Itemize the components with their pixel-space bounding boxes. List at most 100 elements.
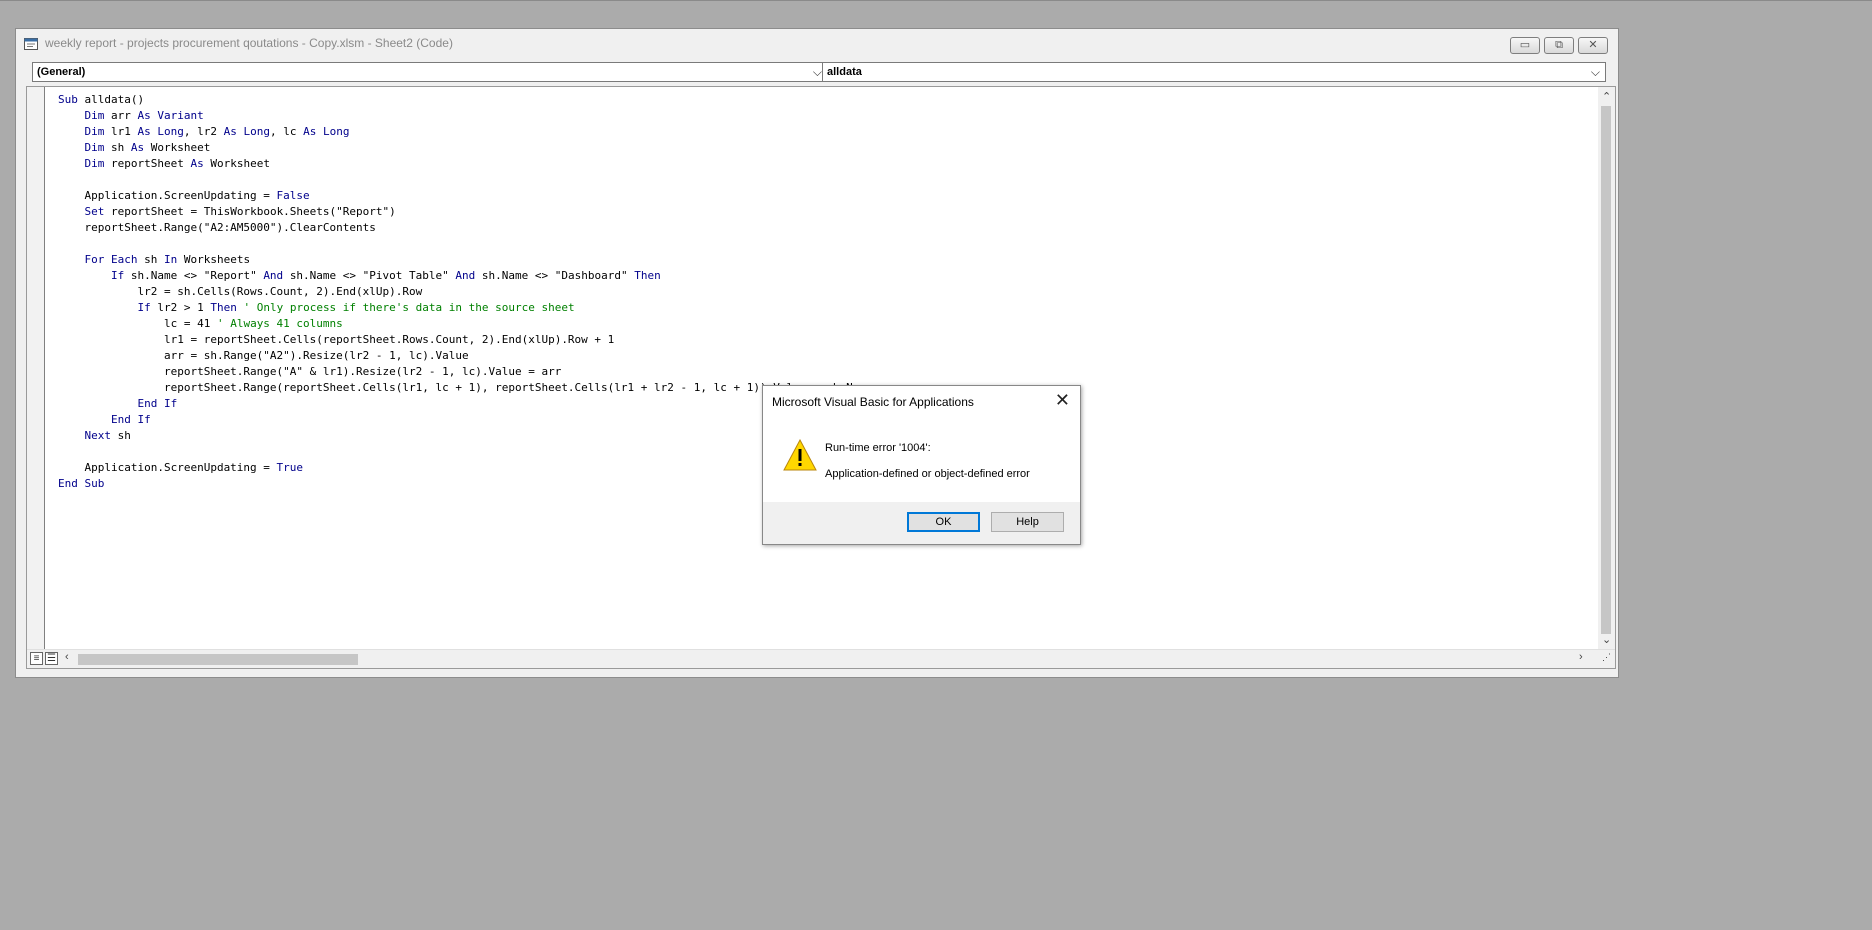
code-text-segment: lc = 41 bbox=[58, 317, 217, 330]
code-text-segment bbox=[58, 429, 85, 442]
scroll-right-arrow-icon[interactable]: › bbox=[1579, 651, 1583, 663]
procedure-view-icon[interactable]: ≡ bbox=[30, 652, 43, 665]
chevron-down-icon: ⌵ bbox=[1590, 65, 1600, 79]
code-line[interactable]: lr1 = reportSheet.Cells(reportSheet.Rows… bbox=[58, 332, 873, 348]
code-keyword: True bbox=[276, 461, 304, 474]
procedure-dropdown-value: alldata bbox=[827, 66, 862, 78]
code-line[interactable]: End Sub bbox=[58, 476, 873, 492]
code-keyword: As Variant bbox=[137, 109, 204, 122]
code-text-segment: arr = sh.Range("A2").Resize(lr2 - 1, lc)… bbox=[58, 349, 469, 362]
code-text-segment: reportSheet bbox=[111, 157, 191, 170]
warning-icon bbox=[783, 439, 817, 471]
code-text-segment: sh.Name <> "Report" bbox=[130, 269, 264, 282]
close-button[interactable]: ✕ bbox=[1578, 37, 1608, 54]
dialog-button-bar: OK Help bbox=[763, 502, 1080, 544]
code-keyword: End Sub bbox=[58, 477, 105, 490]
code-line[interactable]: Dim reportSheet As Worksheet bbox=[58, 156, 873, 172]
code-text-segment: sh bbox=[111, 141, 131, 154]
scroll-down-arrow-icon[interactable]: ⌄ bbox=[1602, 633, 1611, 646]
code-keyword: As Long bbox=[223, 125, 270, 138]
minimize-button[interactable]: ▭ bbox=[1510, 37, 1540, 54]
code-line[interactable]: lc = 41 ' Always 41 columns bbox=[58, 316, 873, 332]
code-line[interactable]: Dim sh As Worksheet bbox=[58, 140, 873, 156]
code-line[interactable]: lr2 = sh.Cells(Rows.Count, 2).End(xlUp).… bbox=[58, 284, 873, 300]
error-dialog[interactable]: Microsoft Visual Basic for Applications … bbox=[762, 385, 1081, 545]
code-text-segment: reportSheet.Range("A" & lr1).Resize(lr2 … bbox=[58, 365, 562, 378]
code-text-segment bbox=[58, 109, 85, 122]
code-line[interactable]: arr = sh.Range("A2").Resize(lr2 - 1, lc)… bbox=[58, 348, 873, 364]
code-text-segment: alldata() bbox=[84, 93, 145, 106]
code-line[interactable]: Next sh bbox=[58, 428, 873, 444]
code-line[interactable]: reportSheet.Range("A2:AM5000").ClearCont… bbox=[58, 220, 873, 236]
code-text-segment: arr bbox=[111, 109, 138, 122]
code-text-segment: Application.ScreenUpdating = bbox=[58, 461, 277, 474]
code-line[interactable]: Sub alldata() bbox=[58, 92, 873, 108]
code-line[interactable] bbox=[58, 444, 873, 460]
code-keyword: Next bbox=[84, 429, 118, 442]
code-text-segment bbox=[58, 157, 85, 170]
dialog-close-icon[interactable]: ✕ bbox=[1055, 390, 1070, 411]
code-text-segment bbox=[58, 301, 137, 314]
scroll-up-arrow-icon[interactable]: ⌃ bbox=[1602, 90, 1611, 103]
code-text-segment: lr2 = sh.Cells(Rows.Count, 2).End(xlUp).… bbox=[58, 285, 423, 298]
code-line[interactable]: reportSheet.Range(reportSheet.Cells(lr1,… bbox=[58, 380, 873, 396]
code-keyword: For Each bbox=[84, 253, 145, 266]
vertical-scroll-thumb[interactable] bbox=[1601, 106, 1611, 634]
code-line[interactable]: End If bbox=[58, 396, 873, 412]
vertical-scrollbar[interactable]: ⌃ ⌄ bbox=[1598, 87, 1615, 651]
code-editor[interactable]: Sub alldata() Dim arr As Variant Dim lr1… bbox=[26, 86, 1616, 669]
dialog-title: Microsoft Visual Basic for Applications bbox=[772, 395, 974, 409]
close-icon: ✕ bbox=[1588, 39, 1598, 51]
code-keyword: False bbox=[276, 189, 310, 202]
code-text-segment bbox=[58, 125, 85, 138]
code-line[interactable]: For Each sh In Worksheets bbox=[58, 252, 873, 268]
code-keyword: Then bbox=[210, 301, 244, 314]
object-dropdown[interactable]: (General) ⌵ bbox=[32, 62, 828, 82]
margin-indicator-bar[interactable] bbox=[27, 87, 45, 651]
code-line[interactable]: If lr2 > 1 Then ' Only process if there'… bbox=[58, 300, 873, 316]
code-text-segment bbox=[58, 269, 111, 282]
code-keyword: And bbox=[455, 269, 482, 282]
code-line[interactable]: reportSheet.Range("A" & lr1).Resize(lr2 … bbox=[58, 364, 873, 380]
restore-icon: ⧉ bbox=[1555, 39, 1563, 51]
code-keyword: As bbox=[130, 141, 151, 154]
error-code-text: Run-time error '1004': bbox=[825, 442, 931, 454]
code-text[interactable]: Sub alldata() Dim arr As Variant Dim lr1… bbox=[58, 92, 873, 492]
horizontal-scrollbar[interactable]: ≡ ☰ ‹ › ⋰ bbox=[27, 649, 1615, 668]
full-module-view-icon[interactable]: ☰ bbox=[45, 652, 58, 665]
code-line[interactable]: End If bbox=[58, 412, 873, 428]
code-comment: ' Always 41 columns bbox=[216, 317, 343, 330]
code-window[interactable]: weekly report - projects procurement qou… bbox=[15, 28, 1619, 678]
minimize-icon: ▭ bbox=[1519, 39, 1531, 51]
code-comment: ' Only process if there's data in the so… bbox=[243, 301, 575, 314]
desktop-top-edge bbox=[0, 0, 1872, 1]
scroll-left-arrow-icon[interactable]: ‹ bbox=[65, 651, 69, 663]
code-text-segment: Worksheets bbox=[183, 253, 251, 266]
title-bar[interactable]: weekly report - projects procurement qou… bbox=[16, 29, 1618, 59]
code-line[interactable]: If sh.Name <> "Report" And sh.Name <> "P… bbox=[58, 268, 873, 284]
code-text-segment: reportSheet = ThisWorkbook.Sheets("Repor… bbox=[111, 205, 396, 218]
procedure-dropdown[interactable]: alldata ⌵ bbox=[822, 62, 1606, 82]
code-text-segment bbox=[58, 253, 85, 266]
resize-grip-icon[interactable]: ⋰ bbox=[1602, 652, 1611, 663]
code-keyword: And bbox=[263, 269, 290, 282]
restore-button[interactable]: ⧉ bbox=[1544, 37, 1574, 54]
code-keyword: As Long bbox=[137, 125, 184, 138]
code-line[interactable] bbox=[58, 172, 873, 188]
code-line[interactable]: Set reportSheet = ThisWorkbook.Sheets("R… bbox=[58, 204, 873, 220]
code-text-segment: sh.Name <> "Dashboard" bbox=[481, 269, 635, 282]
code-text-segment: Application.ScreenUpdating = bbox=[58, 189, 277, 202]
ok-button[interactable]: OK bbox=[907, 512, 980, 532]
code-text-segment: lr2 > 1 bbox=[157, 301, 211, 314]
code-line[interactable]: Application.ScreenUpdating = False bbox=[58, 188, 873, 204]
code-text-segment: sh bbox=[117, 429, 131, 442]
help-button[interactable]: Help bbox=[991, 512, 1064, 532]
code-line[interactable]: Dim arr As Variant bbox=[58, 108, 873, 124]
code-keyword: End If bbox=[137, 397, 178, 410]
code-text-segment bbox=[58, 141, 85, 154]
code-line[interactable]: Application.ScreenUpdating = True bbox=[58, 460, 873, 476]
code-keyword: If bbox=[137, 301, 158, 314]
horizontal-scroll-thumb[interactable] bbox=[78, 654, 358, 665]
code-line[interactable]: Dim lr1 As Long, lr2 As Long, lc As Long bbox=[58, 124, 873, 140]
code-line[interactable] bbox=[58, 236, 873, 252]
